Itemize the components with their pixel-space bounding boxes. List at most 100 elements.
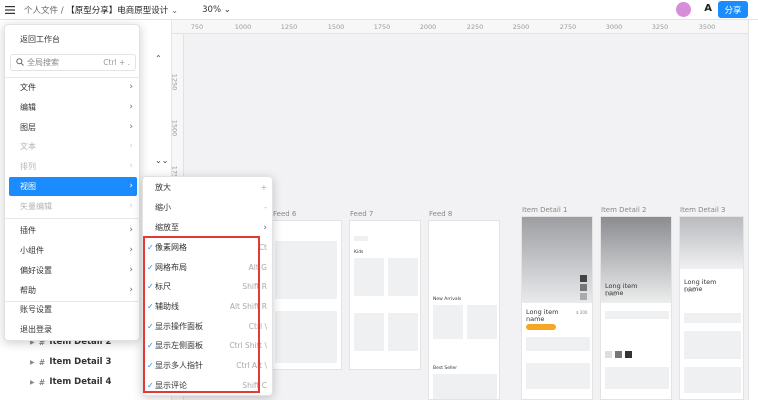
layer-name: Item Detail 4 — [49, 377, 112, 387]
search-placeholder: 全局搜索 — [27, 58, 59, 67]
menu-item-label: 文本 — [20, 142, 36, 151]
menu-item-label: 帮助 — [20, 286, 36, 295]
menu-item-layer[interactable]: 图层 › — [9, 118, 137, 137]
avatar[interactable] — [676, 2, 691, 17]
top-bar: 个人文件 / 【原型分享】电商原型设计 ⌄ 30% ⌄ A 分享 — [0, 0, 758, 20]
menu-item-label: 文件 — [20, 83, 36, 92]
main-menu: 返回工作台 全局搜索 Ctrl + . 文件 › 编辑 › 图层 › 文本 › 排列 › … — [4, 24, 141, 341]
global-search[interactable]: 全局搜索 Ctrl + . — [10, 54, 136, 71]
chevron-right-icon: › — [129, 225, 133, 235]
menu-item-label: 排列 — [20, 162, 36, 171]
menu-item-label: 退出登录 — [20, 325, 52, 334]
chevron-right-icon: › — [129, 161, 133, 171]
breadcrumb[interactable]: 个人文件 / 【原型分享】电商原型设计 ⌄ — [24, 4, 178, 16]
submenu-label: 缩小 — [155, 203, 171, 212]
tag-badge — [526, 324, 556, 330]
search-icon — [16, 57, 24, 68]
shortcut-label: + — [260, 183, 267, 192]
image-placeholder — [433, 374, 497, 399]
menu-item-view[interactable]: 视图 › — [9, 177, 137, 196]
submenu-zoom-to[interactable]: 缩放至 › — [143, 218, 274, 237]
color-swatch — [615, 351, 622, 358]
back-to-workspace[interactable]: 返回工作台 — [9, 30, 137, 49]
image-placeholder — [388, 258, 418, 296]
shortcut-label: Ct — [258, 243, 267, 252]
ruler-tick: 2250 — [466, 23, 484, 31]
frame-label[interactable]: Feed 7 — [350, 210, 373, 218]
chevron-right-icon: › — [129, 245, 133, 255]
tab-label: Kids — [354, 250, 364, 255]
chevron-right-icon: › — [129, 201, 133, 211]
font-icon[interactable]: A — [704, 3, 712, 14]
layer-name: Item Detail 3 — [49, 357, 112, 367]
submenu-zoom-in[interactable]: 放大 + — [143, 178, 274, 197]
layer-item[interactable]: ▶ # Item Detail 3 — [30, 357, 111, 367]
image-placeholder — [275, 311, 337, 363]
layer-item[interactable]: ▶ # Item Detail 4 — [30, 377, 111, 387]
expand-icon[interactable]: ▶ — [30, 379, 35, 386]
image-placeholder — [388, 313, 418, 351]
image-placeholder — [354, 258, 384, 296]
menu-item-logout[interactable]: 退出登录 — [9, 320, 137, 339]
submenu-label: 缩放至 — [155, 223, 179, 232]
ruler-tick: 750 — [190, 23, 204, 31]
ruler-tick: 1250 — [280, 23, 298, 31]
menu-item-label: 编辑 — [20, 103, 36, 112]
ruler-tick: 1500 — [327, 23, 345, 31]
menu-item-account-settings[interactable]: 账号设置 — [9, 300, 137, 319]
menu-icon[interactable] — [0, 0, 20, 20]
hero-image — [680, 217, 743, 269]
ruler-tick: 3500 — [698, 23, 716, 31]
submenu-label: 放大 — [155, 183, 171, 192]
menu-item-edit[interactable]: 编辑 › — [9, 98, 137, 117]
file-name[interactable]: 【原型分享】电商原型设计 — [66, 6, 168, 16]
frame-item-detail-3[interactable]: Long item name $ 200 — [679, 216, 744, 400]
menu-item-file[interactable]: 文件 › — [9, 78, 137, 97]
chevron-right-icon: › — [129, 82, 133, 92]
chevron-down-icon[interactable]: ⌄ — [171, 6, 178, 16]
collapse-icon[interactable]: ⌄⌄ — [155, 156, 168, 165]
menu-item-label: 偏好设置 — [20, 266, 52, 275]
shortcut-label: - — [264, 203, 267, 212]
chevron-right-icon: › — [129, 265, 133, 275]
menu-item-help[interactable]: 帮助 › — [9, 281, 137, 300]
chevron-up-icon[interactable]: ⌃ — [155, 54, 162, 63]
frame-feed6[interactable] — [268, 220, 342, 370]
frame-item-detail-2[interactable]: Long item name $ 200 — [600, 216, 672, 400]
color-swatch — [580, 293, 587, 300]
image-placeholder — [467, 305, 497, 339]
text-placeholder — [684, 331, 741, 359]
menu-item-widgets[interactable]: 小组件 › — [9, 241, 137, 260]
submenu-zoom-out[interactable]: 缩小 - — [143, 198, 274, 217]
zoom-selector[interactable]: 30% ⌄ — [202, 5, 231, 15]
menu-item-preferences[interactable]: 偏好设置 › — [9, 261, 137, 280]
image-placeholder — [275, 241, 337, 299]
menu-item-label: 小组件 — [20, 246, 44, 255]
chevron-right-icon: › — [129, 141, 133, 151]
section-title: New Arrivals — [433, 297, 462, 302]
item-price: $ 200 — [684, 288, 696, 293]
chevron-right-icon: › — [129, 122, 133, 132]
chevron-right-icon: › — [129, 102, 133, 112]
frame-label[interactable]: Feed 6 — [273, 210, 296, 218]
frame-label[interactable]: Item Detail 3 — [680, 206, 725, 214]
menu-item-vector-edit: 矢量编辑 › — [9, 197, 137, 216]
search-placeholder — [354, 236, 368, 241]
item-price: $ 200 — [576, 310, 588, 315]
frame-feed8[interactable]: New Arrivals Best Seller — [428, 220, 500, 400]
image-placeholder — [354, 313, 384, 351]
frame-item-detail-1[interactable]: Long item name $ 200 — [521, 216, 593, 400]
ruler-tick: 2500 — [512, 23, 530, 31]
frame-label[interactable]: Feed 8 — [429, 210, 452, 218]
ruler-tick: 2750 — [559, 23, 577, 31]
chevron-right-icon: › — [263, 222, 267, 233]
expand-icon[interactable]: ▶ — [30, 359, 35, 366]
frame-feed7[interactable]: Kids — [349, 220, 421, 370]
breadcrumb-root[interactable]: 个人文件 / — [24, 6, 64, 16]
frame-label[interactable]: Item Detail 2 — [601, 206, 646, 214]
share-button[interactable]: 分享 — [718, 1, 748, 18]
menu-item-arrange: 排列 › — [9, 157, 137, 176]
ruler-tick: 3000 — [605, 23, 623, 31]
menu-item-plugins[interactable]: 插件 › — [9, 221, 137, 240]
frame-label[interactable]: Item Detail 1 — [522, 206, 567, 214]
